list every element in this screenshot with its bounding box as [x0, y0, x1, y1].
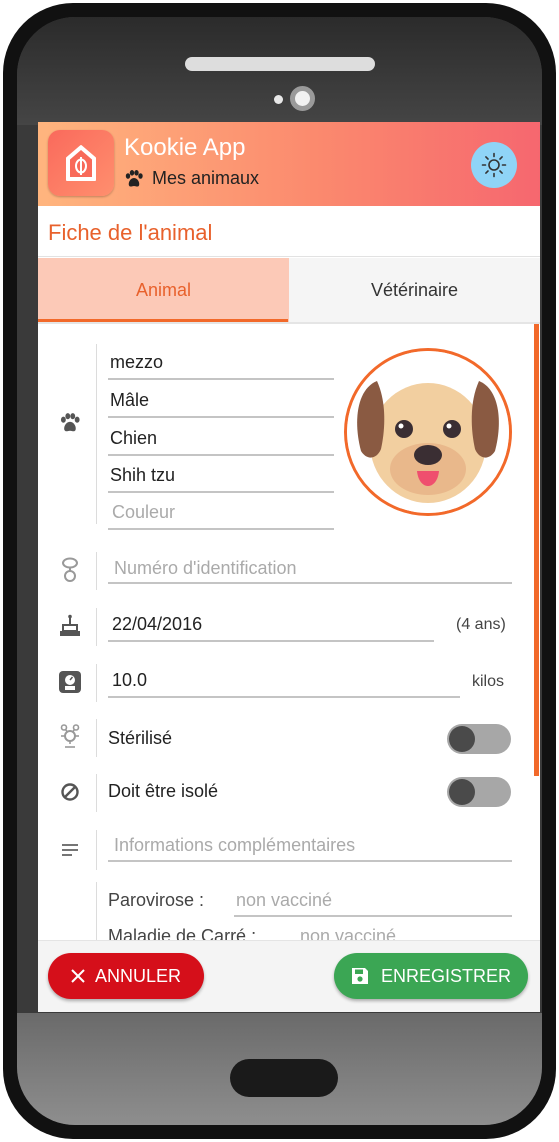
field-separator	[96, 608, 97, 646]
tab-animal[interactable]: Animal	[38, 258, 289, 322]
save-button[interactable]: ENREGISTRER	[334, 953, 528, 999]
app-header: Kookie App Mes animaux	[38, 122, 540, 206]
tab-veterinaire[interactable]: Vétérinaire	[289, 258, 540, 322]
vaccine-name-parovirose: Parovirose :	[108, 890, 205, 910]
isolated-label: Doit être isolé	[108, 781, 219, 801]
identification-number-input[interactable]: Numéro d'identification	[114, 558, 297, 579]
sun-icon	[481, 152, 507, 178]
app-screen: Kookie App Mes animaux Fiche de l'animal…	[38, 122, 540, 1012]
color-underline	[108, 528, 334, 530]
info-row-icon-cell	[52, 832, 88, 868]
scrollbar[interactable]	[534, 324, 539, 776]
home-button[interactable]	[230, 1059, 338, 1097]
sterilization-icon	[60, 724, 80, 748]
app-subtitle: Mes animaux	[124, 168, 259, 189]
sex-input[interactable]: Mâle	[110, 390, 149, 411]
toggle-knob	[449, 779, 475, 805]
field-separator	[96, 830, 97, 870]
field-separator	[96, 664, 97, 702]
theme-toggle-button[interactable]	[471, 142, 517, 188]
identity-row-icon-cell	[52, 408, 88, 438]
block-icon	[61, 783, 79, 801]
field-separator	[96, 882, 97, 940]
name-input[interactable]: mezzo	[110, 352, 163, 373]
age-label: (4 ans)	[456, 616, 506, 633]
app-logo[interactable]	[48, 130, 114, 196]
isolated-toggle[interactable]	[447, 777, 511, 807]
floppy-disk-icon	[351, 968, 368, 984]
speaker-grille	[185, 57, 375, 71]
collar-tag-icon	[62, 557, 78, 582]
birth-date-underline	[108, 640, 434, 642]
dog-face-illustration	[347, 351, 509, 513]
animal-avatar[interactable]	[344, 348, 512, 516]
weight-input[interactable]: 10.0	[112, 670, 147, 691]
cancel-button[interactable]: ANNULER	[48, 953, 204, 999]
isolated-row-icon-cell	[52, 774, 88, 810]
birth-date-input[interactable]: 22/04/2016	[112, 614, 202, 635]
house-icon	[66, 145, 96, 181]
notes-icon	[62, 844, 78, 856]
weight-scale-icon	[59, 671, 81, 693]
save-label: ENREGISTRER	[380, 965, 512, 986]
weight-underline	[108, 696, 460, 698]
breed-input[interactable]: Shih tzu	[110, 465, 175, 486]
field-separator	[96, 719, 97, 757]
close-icon	[71, 969, 85, 983]
vaccine-status-carre[interactable]: non vacciné	[300, 926, 396, 940]
page-title: Fiche de l'animal	[48, 220, 213, 245]
additional-info-underline	[108, 860, 512, 862]
vaccine-name-carre: Maladie de Carré :	[108, 926, 257, 940]
species-input[interactable]: Chien	[110, 428, 157, 449]
species-underline	[108, 454, 334, 456]
breed-underline	[108, 491, 334, 493]
field-separator	[96, 552, 97, 590]
action-bar: ANNULER ENREGISTRER	[38, 940, 540, 1012]
toggle-knob	[449, 726, 475, 752]
birth-row-icon-cell	[52, 608, 88, 644]
vaccine-underline	[234, 915, 512, 917]
sensor-dot	[274, 95, 283, 104]
cancel-label: ANNULER	[94, 965, 182, 986]
animal-form: mezzo Mâle Chien Shih tzu Couleur Numéro…	[38, 324, 540, 940]
birthday-cake-icon	[60, 614, 80, 636]
tab-bar: Animal Vétérinaire	[38, 258, 540, 322]
field-separator	[96, 774, 97, 812]
weight-row-icon-cell	[52, 664, 88, 700]
sterilized-toggle[interactable]	[447, 724, 511, 754]
sterilized-label: Stérilisé	[108, 728, 173, 748]
weight-unit-label: kilos	[472, 673, 505, 690]
paw-icon	[60, 413, 80, 432]
paw-icon	[125, 169, 143, 187]
name-underline	[108, 378, 334, 380]
identification-underline	[108, 582, 512, 584]
subtitle-label: Mes animaux	[152, 168, 260, 188]
color-input[interactable]: Couleur	[112, 502, 175, 523]
title-divider	[38, 256, 540, 257]
sex-underline	[108, 416, 334, 418]
sterilized-row-icon-cell	[52, 719, 88, 755]
field-separator	[96, 344, 97, 524]
phone-top-bezel	[17, 17, 542, 125]
additional-info-input[interactable]: Informations complémentaires	[114, 835, 355, 856]
front-camera	[290, 86, 315, 111]
id-row-icon-cell	[52, 552, 88, 588]
app-title: Kookie App	[124, 134, 246, 161]
vaccine-status-parovirose[interactable]: non vacciné	[236, 890, 332, 911]
